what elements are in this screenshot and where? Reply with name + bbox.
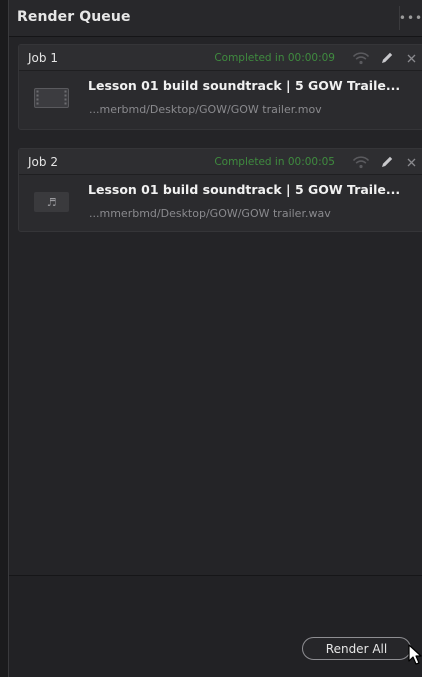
video-file-icon bbox=[34, 88, 69, 108]
job-header: Job 1 Completed in 00:00:09 bbox=[19, 45, 422, 71]
render-job-2[interactable]: Job 2 Completed in 00:00:05 ♬ Lesson 01 … bbox=[18, 148, 422, 232]
edit-job-icon[interactable] bbox=[377, 48, 397, 68]
job-body: Lesson 01 build soundtrack | 5 GOW Trail… bbox=[19, 71, 422, 129]
render-job-1[interactable]: Job 1 Completed in 00:00:09 Lesson 01 bu… bbox=[18, 44, 422, 130]
mouse-cursor-icon bbox=[408, 644, 422, 665]
edit-job-icon[interactable] bbox=[377, 152, 397, 172]
job-title: Lesson 01 build soundtrack | 5 GOW Trail… bbox=[88, 78, 401, 93]
job-header: Job 2 Completed in 00:00:05 bbox=[19, 149, 422, 175]
panel-title: Render Queue bbox=[17, 9, 131, 25]
render-queue-panel: Render Queue ••• Job 1 Completed in 00:0… bbox=[9, 0, 422, 677]
job-file-path: ...merbmd/Desktop/GOW/GOW trailer.mov bbox=[89, 103, 322, 116]
job-name: Job 2 bbox=[28, 155, 58, 169]
render-all-button[interactable]: Render All bbox=[302, 637, 411, 660]
more-options-button[interactable]: ••• bbox=[399, 6, 422, 30]
remote-render-icon[interactable] bbox=[351, 48, 371, 68]
audio-file-icon: ♬ bbox=[34, 192, 69, 212]
remote-render-icon[interactable] bbox=[351, 152, 371, 172]
job-file-path: ...mmerbmd/Desktop/GOW/GOW trailer.wav bbox=[89, 207, 331, 220]
close-icon[interactable] bbox=[401, 152, 421, 172]
more-horizontal-icon: ••• bbox=[398, 11, 422, 25]
close-icon[interactable] bbox=[401, 48, 421, 68]
panel-footer bbox=[9, 576, 422, 677]
panel-title-bar: Render Queue ••• bbox=[9, 0, 422, 37]
job-body: ♬ Lesson 01 build soundtrack | 5 GOW Tra… bbox=[19, 175, 422, 231]
job-status: Completed in 00:00:09 bbox=[214, 52, 335, 64]
job-status: Completed in 00:00:05 bbox=[214, 156, 335, 168]
job-name: Job 1 bbox=[28, 51, 58, 65]
job-title: Lesson 01 build soundtrack | 5 GOW Trail… bbox=[88, 182, 401, 197]
